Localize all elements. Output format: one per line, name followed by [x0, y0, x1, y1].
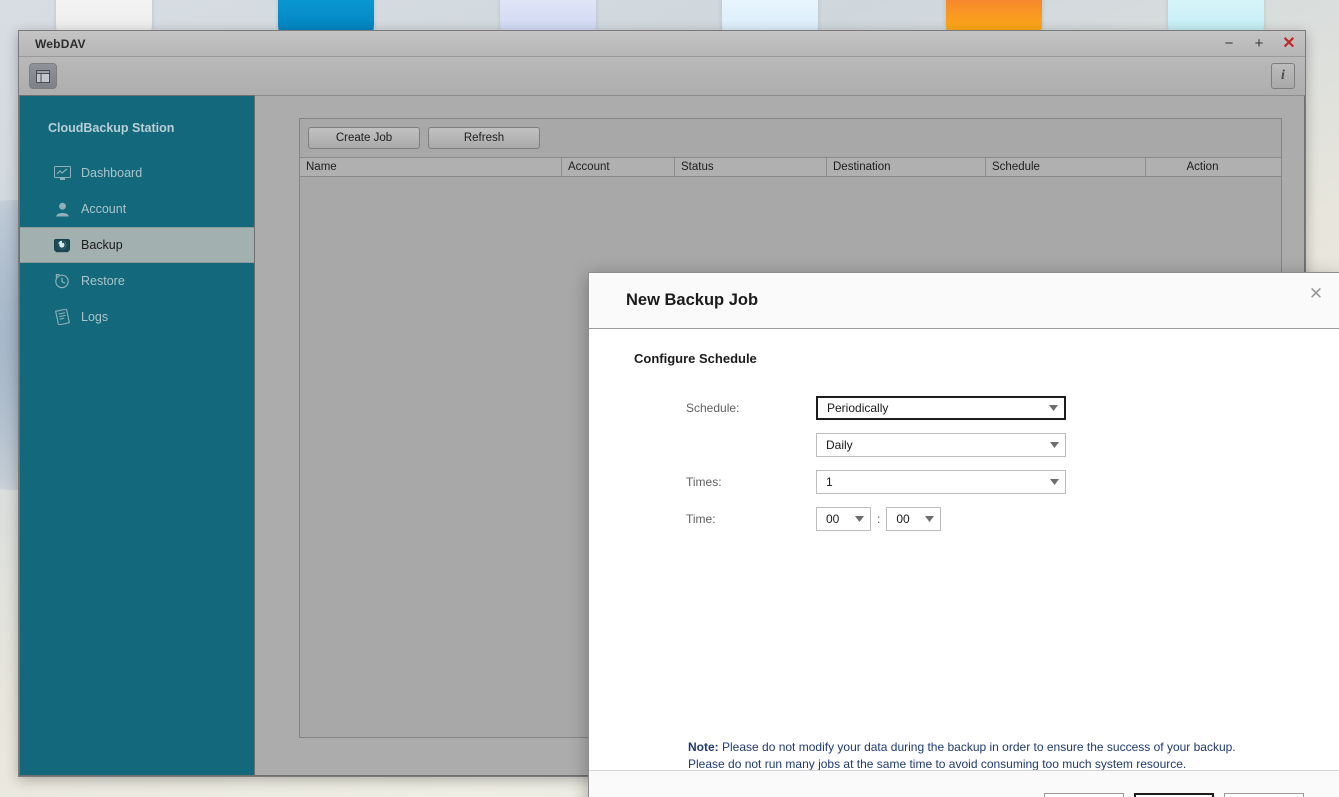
hour-select[interactable]: 00 — [816, 507, 871, 531]
column-header-action[interactable]: Action — [1146, 158, 1259, 176]
column-header-status[interactable]: Status — [675, 158, 827, 176]
sidebar-item-backup[interactable]: Backup — [20, 227, 254, 263]
clock-restore-icon — [53, 272, 71, 290]
column-header-destination[interactable]: Destination — [827, 158, 986, 176]
content-pane: Create Job Refresh Name Account Status Desti… — [255, 95, 1339, 797]
schedule-select[interactable]: Periodically — [816, 396, 1066, 420]
maximize-icon[interactable]: + — [1251, 36, 1267, 52]
note-prefix: Note: — [688, 740, 719, 754]
note-body: Please do not modify your data during th… — [688, 740, 1236, 771]
column-header-account[interactable]: Account — [562, 158, 675, 176]
sidebar-item-label: Dashboard — [81, 166, 143, 180]
times-select[interactable]: 1 — [816, 470, 1066, 494]
dialog-title: New Backup Job — [626, 291, 759, 309]
dialog-footer-buttons: Back Next Cancel — [1044, 792, 1304, 797]
schedule-label: Schedule: — [686, 401, 740, 415]
sidebar-item-label: Account — [81, 202, 127, 216]
minimize-icon[interactable]: − — [1221, 36, 1237, 52]
frequency-select[interactable]: Daily — [816, 433, 1066, 457]
chevron-down-icon — [1043, 442, 1065, 448]
next-button[interactable]: Next — [1134, 792, 1214, 797]
section-title: Configure Schedule — [634, 351, 757, 366]
chevron-down-icon — [918, 516, 940, 522]
dialog-header: New Backup Job ✕ — [589, 273, 1339, 329]
window-body: CloudBackup Station Dashboard Account Back… — [19, 95, 1339, 797]
schedule-form: Schedule: Periodically Daily Times: 1 — [589, 396, 1339, 494]
time-separator: : — [877, 512, 881, 526]
refresh-button[interactable]: Refresh — [428, 127, 540, 149]
sidebar-item-restore[interactable]: Restore — [20, 263, 254, 299]
cancel-button[interactable]: Cancel — [1224, 792, 1304, 797]
times-row: Times: 1 — [589, 470, 1339, 494]
sidebar-item-account[interactable]: Account — [20, 191, 254, 227]
backup-disk-icon — [53, 236, 71, 254]
schedule-row: Schedule: Periodically — [589, 396, 1339, 420]
times-value: 1 — [826, 475, 833, 489]
user-icon — [53, 200, 71, 218]
sidebar-item-label: Backup — [81, 238, 123, 252]
column-header-schedule[interactable]: Schedule — [986, 158, 1146, 176]
hour-value: 00 — [826, 512, 840, 526]
info-button[interactable]: i — [1271, 63, 1295, 89]
frequency-value: Daily — [826, 438, 853, 452]
schedule-value: Periodically — [827, 401, 889, 415]
column-header-name[interactable]: Name — [300, 158, 562, 176]
time-row: Time: 00 : 00 — [589, 507, 1339, 531]
document-list-icon — [53, 308, 71, 326]
note-text: Note: Please do not modify your data dur… — [688, 739, 1248, 772]
sidebar-item-label: Restore — [81, 274, 125, 288]
window-controls: − + ✕ — [1221, 31, 1297, 56]
frequency-row: Daily — [589, 433, 1339, 457]
sidebar: CloudBackup Station Dashboard Account Back… — [19, 95, 255, 776]
panel-toggle-button[interactable] — [29, 63, 57, 89]
create-job-button[interactable]: Create Job — [308, 127, 420, 149]
monitor-icon — [53, 164, 71, 182]
dialog-close-icon[interactable]: ✕ — [1305, 282, 1327, 304]
dialog-footer: Step 3/9 BackNextCancel — [589, 770, 1339, 797]
new-backup-job-dialog: New Backup Job ✕ Configure Schedule Sche… — [588, 272, 1339, 797]
sidebar-item-logs[interactable]: Logs — [20, 299, 254, 335]
sidebar-item-dashboard[interactable]: Dashboard — [20, 155, 254, 191]
job-table-header: Name Account Status Destination Schedule Acti… — [300, 157, 1281, 177]
back-button[interactable]: Back — [1044, 792, 1124, 797]
sidebar-title: CloudBackup Station — [48, 121, 175, 135]
chevron-down-icon — [1043, 479, 1065, 485]
sidebar-item-label: Logs — [81, 310, 109, 324]
chevron-down-icon — [848, 516, 870, 522]
window-titlebar: WebDAV − + ✕ — [19, 31, 1305, 57]
minute-value: 00 — [896, 512, 910, 526]
window-title: WebDAV — [35, 36, 86, 51]
desktop-background: WebDAV − + ✕ i CloudBackup Station Dashb… — [0, 0, 1339, 797]
panel-icon — [36, 69, 50, 83]
close-icon[interactable]: ✕ — [1281, 35, 1297, 52]
chevron-down-icon — [1042, 405, 1064, 411]
sidebar-nav: Dashboard Account Backup Restore Logs — [20, 155, 254, 335]
time-label: Time: — [686, 512, 716, 526]
application-window: WebDAV − + ✕ i CloudBackup Station Dashb… — [18, 30, 1339, 797]
window-toolbar: i — [19, 57, 1305, 96]
times-label: Times: — [686, 475, 722, 489]
dialog-body: Configure Schedule Schedule: Periodically… — [589, 329, 1339, 772]
minute-select[interactable]: 00 — [886, 507, 942, 531]
job-panel-toolbar: Create Job Refresh — [300, 127, 1281, 157]
